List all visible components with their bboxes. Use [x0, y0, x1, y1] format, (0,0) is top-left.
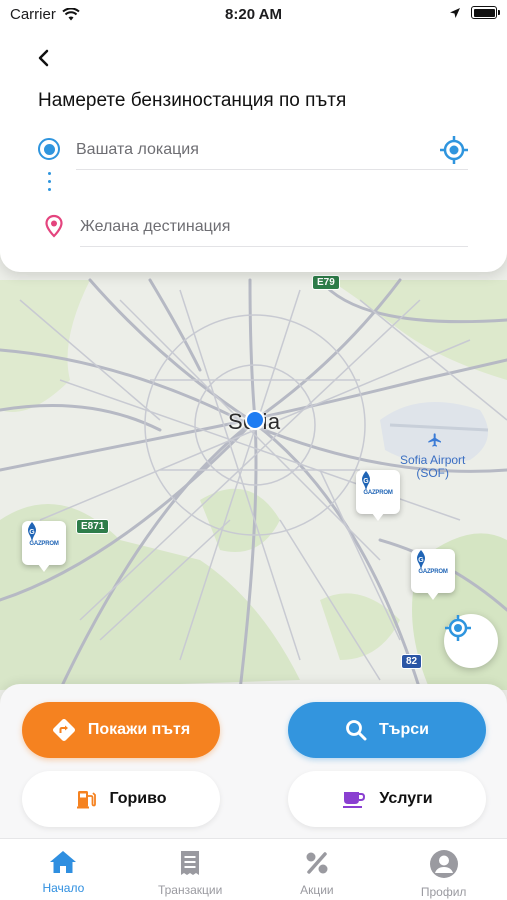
coffee-cup-icon: [343, 792, 366, 808]
tab-bar: Начало Транзакции Акции Профил: [0, 838, 507, 900]
airport-label: Sofia Airport (SOF): [400, 453, 466, 480]
destination-input[interactable]: Желана дестинация: [80, 207, 468, 247]
location-arrow-icon: [450, 7, 460, 18]
destination-pin-icon: [45, 214, 63, 238]
gazprom-logo-icon: G: [417, 550, 425, 570]
gas-station-marker[interactable]: G GAZPROM: [356, 470, 400, 521]
gazprom-logo-icon: G: [28, 522, 36, 542]
tab-home[interactable]: Начало: [0, 839, 127, 900]
user-location-dot: [245, 410, 265, 430]
svg-text:G: G: [363, 478, 369, 485]
chevron-left-icon: [38, 49, 49, 67]
search-label: Търси: [379, 721, 429, 738]
road-shield-e871: E871: [76, 519, 110, 534]
search-button[interactable]: Търси: [288, 702, 486, 758]
show-route-button[interactable]: Покажи пътя: [22, 702, 220, 758]
gazprom-logo-icon: G: [362, 471, 370, 491]
home-icon: [50, 851, 77, 873]
tab-profile[interactable]: Профил: [380, 839, 507, 900]
fuel-button[interactable]: Гориво: [22, 771, 220, 827]
battery-icon: [471, 6, 500, 19]
fuel-label: Гориво: [109, 790, 167, 807]
origin-input[interactable]: Вашата локация: [76, 130, 468, 170]
road-shield-82: 82: [401, 654, 423, 669]
gas-station-marker[interactable]: G GAZPROM: [22, 521, 66, 572]
status-time: 8:20 AM: [225, 6, 282, 23]
svg-text:G: G: [29, 529, 35, 536]
origin-location-icon: [38, 138, 60, 160]
page-title: Намерете бензиностанция по пътя: [38, 90, 347, 111]
directions-icon: [52, 719, 75, 741]
svg-text:G: G: [418, 557, 424, 564]
crosshair-icon: [445, 615, 471, 641]
show-route-label: Покажи пътя: [87, 721, 191, 738]
services-button[interactable]: Услуги: [288, 771, 486, 827]
use-current-location-button[interactable]: [438, 134, 470, 166]
tab-transactions[interactable]: Транзакции: [127, 839, 254, 900]
percent-icon: [306, 852, 328, 874]
tab-promotions[interactable]: Акции: [254, 839, 381, 900]
status-indicators: [449, 6, 500, 19]
route-connector-dots: [47, 172, 51, 202]
status-bar: Carrier 8:20 AM: [0, 0, 507, 30]
tab-home-label: Начало: [42, 881, 85, 895]
receipt-icon: [181, 851, 200, 875]
profile-icon: [429, 850, 458, 878]
fuel-pump-icon: [77, 791, 97, 809]
gps-target-icon: [440, 136, 468, 164]
road-shield-e79: E79: [312, 275, 340, 290]
tab-profile-label: Профил: [420, 885, 467, 899]
route-search-card: Carrier 8:20 AM Намерете бензиностанция …: [0, 0, 507, 272]
back-button[interactable]: [30, 44, 58, 72]
gas-station-marker[interactable]: G GAZPROM: [411, 549, 455, 600]
recenter-location-button[interactable]: [444, 614, 498, 668]
tab-transactions-label: Транзакции: [157, 883, 223, 897]
search-icon: [346, 720, 367, 741]
services-label: Услуги: [379, 790, 433, 807]
tab-promotions-label: Акции: [300, 883, 334, 897]
